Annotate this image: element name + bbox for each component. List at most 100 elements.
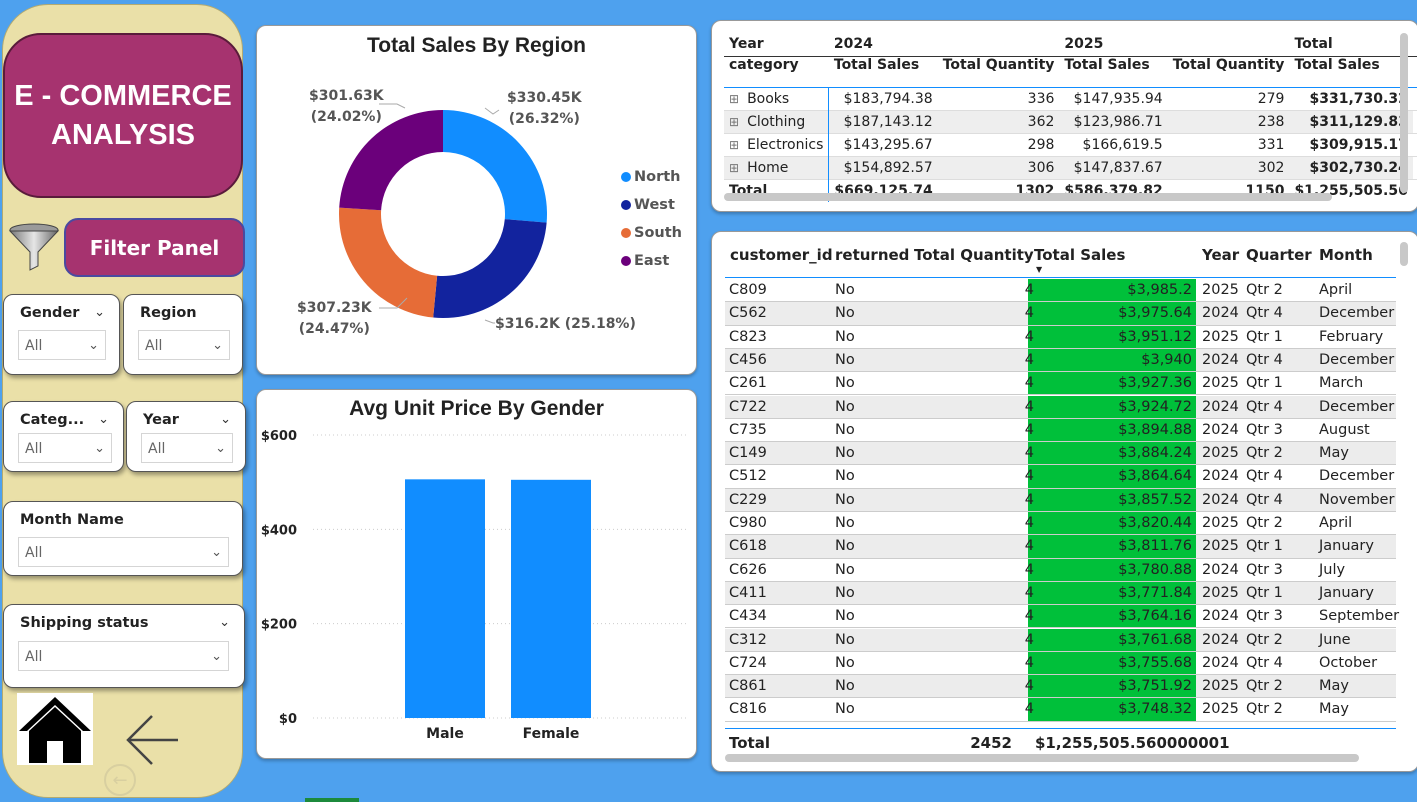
column-header-customer-id[interactable]: customer_id <box>730 246 833 264</box>
gender-slicer[interactable]: Gender ⌄ All ⌄ <box>3 294 120 375</box>
month-name-dropdown[interactable]: All ⌄ <box>18 537 229 567</box>
matrix-header-row-text: Total Sales <box>833 56 920 73</box>
matrix-row-cell: $183,794.38 <box>828 87 938 110</box>
column-header-quarter[interactable]: Quarter <box>1246 246 1312 264</box>
table-row[interactable]: C456 No 4 $3,940 2024 Qtr 4 December <box>725 348 1396 373</box>
bar-male[interactable] <box>405 479 485 718</box>
detail-vertical-scrollbar[interactable] <box>1400 242 1408 266</box>
region-slicer[interactable]: Region All ⌄ <box>123 294 243 375</box>
legend-swatch <box>621 228 631 238</box>
donut-slice-west[interactable] <box>433 219 547 318</box>
table-row[interactable]: C562 No 4 $3,975.64 2024 Qtr 4 December <box>725 302 1396 326</box>
table-row[interactable]: C411 No 4 $3,771.84 2025 Qtr 1 January <box>725 581 1396 606</box>
matrix-row[interactable]: ⊞ Home $154,892.57 306 $147,837.67 302 $302,73… <box>724 156 1417 179</box>
matrix-horizontal-scrollbar[interactable] <box>724 193 1332 201</box>
column-header-total-quantity[interactable]: Total Quantity <box>914 246 1034 264</box>
category-dropdown[interactable]: All ⌄ <box>18 433 112 463</box>
table-row[interactable]: C229 No 4 $3,857.52 2024 Qtr 4 November <box>725 488 1396 512</box>
category-slicer[interactable]: Categ... ⌄ All ⌄ <box>3 401 124 472</box>
legend-item-east[interactable]: East <box>621 247 682 275</box>
expand-icon[interactable]: ⊞ <box>729 138 739 152</box>
data-label-south-value: $307.23K <box>297 300 372 316</box>
legend-item-north[interactable]: North <box>621 163 682 191</box>
matrix-year-row-cell <box>1413 33 1417 56</box>
cell-total-quantity: 4 <box>1024 654 1034 671</box>
matrix-row[interactable]: ⊞ Books $183,794.38 336 $147,935.94 279 $331,7… <box>724 87 1417 110</box>
chevron-down-icon[interactable]: ⌄ <box>98 412 109 427</box>
filter-panel-button[interactable]: Filter Panel <box>64 218 245 277</box>
column-header-year[interactable]: Year <box>1202 246 1239 264</box>
data-label-east-value: $301.63K <box>309 88 384 104</box>
matrix-row-cell: $166,619.5 <box>1059 133 1167 156</box>
sort-descending-icon[interactable]: ▼ <box>1036 265 1042 274</box>
expand-icon[interactable]: ⊞ <box>729 115 739 129</box>
detail-horizontal-scrollbar[interactable] <box>725 754 1359 762</box>
chevron-down-icon[interactable]: ⌄ <box>220 412 231 427</box>
back-arrow-icon[interactable] <box>124 711 182 769</box>
sales-by-region-card: Total Sales By Region $301.63K (24.02%) … <box>256 25 697 375</box>
column-header-month[interactable]: Month <box>1319 246 1373 264</box>
table-row[interactable]: C980 No 4 $3,820.44 2025 Qtr 2 April <box>725 512 1396 536</box>
table-row[interactable]: C735 No 4 $3,894.88 2024 Qtr 3 August <box>725 418 1396 443</box>
table-row[interactable]: C312 No 4 $3,761.68 2024 Qtr 2 June <box>725 628 1396 652</box>
gender-dropdown[interactable]: All ⌄ <box>18 330 106 360</box>
year-slicer[interactable]: Year ⌄ All ⌄ <box>126 401 246 472</box>
shipping-status-dropdown[interactable]: All ⌄ <box>18 641 229 671</box>
column-header-returned[interactable]: returned <box>835 246 909 264</box>
matrix-row-cell: 306 <box>938 156 1060 179</box>
chevron-down-icon[interactable]: ⌄ <box>219 615 230 630</box>
matrix-header-row-text: category <box>729 56 799 73</box>
region-dropdown[interactable]: All ⌄ <box>138 330 230 360</box>
table-row[interactable]: C626 No 4 $3,780.88 2024 Qtr 3 July <box>725 558 1396 582</box>
table-row[interactable]: C618 No 4 $3,811.76 2025 Qtr 1 January <box>725 535 1396 559</box>
chevron-down-icon[interactable]: ⌄ <box>94 305 105 320</box>
table-row[interactable]: C722 No 4 $3,924.72 2024 Qtr 4 December <box>725 395 1396 419</box>
matrix-row[interactable]: ⊞ Electronics $143,295.67 298 $166,619.5 331 $… <box>724 133 1417 156</box>
cell-year: 2024 <box>1202 654 1239 671</box>
expand-icon[interactable]: ⊞ <box>729 92 739 106</box>
home-icon[interactable] <box>17 693 93 765</box>
table-row[interactable]: C261 No 4 $3,927.36 2025 Qtr 1 March <box>725 372 1396 396</box>
matrix-year-row-cell <box>938 33 1060 56</box>
cell-total-quantity: 4 <box>1024 282 1034 298</box>
table-row[interactable]: C861 No 4 $3,751.92 2025 Qtr 2 May <box>725 675 1396 699</box>
cell-year: 2025 <box>1202 584 1239 601</box>
matrix-year-row-text: Year <box>729 36 764 53</box>
table-row[interactable]: C512 No 4 $3,864.64 2024 Qtr 4 December <box>725 465 1396 489</box>
slicer-title-category: Categ... <box>20 412 85 428</box>
cell-total-sales: $3,975.64 <box>1118 305 1192 322</box>
table-row[interactable]: C434 No 4 $3,764.16 2024 Qtr 3 September <box>725 605 1399 629</box>
cell-total-sales: $3,764.16 <box>1118 608 1192 625</box>
shipping-status-slicer[interactable]: Shipping status ⌄ All ⌄ <box>3 604 245 688</box>
table-row[interactable]: C149 No 4 $3,884.24 2025 Qtr 2 May <box>725 442 1396 466</box>
month-name-slicer[interactable]: Month Name All ⌄ <box>3 501 243 576</box>
legend-item-west[interactable]: West <box>621 191 682 219</box>
cell-returned: No <box>835 375 855 392</box>
table-row[interactable]: C724 No 4 $3,755.68 2024 Qtr 4 October <box>725 651 1396 676</box>
legend-item-south[interactable]: South <box>621 219 682 247</box>
cell-total-sales: $3,811.76 <box>1118 538 1192 555</box>
matrix-header-row-text: Total Quantity <box>942 56 1055 73</box>
matrix-row-cell: $309,915.17 <box>1289 133 1412 156</box>
matrix-row-text: Electronics <box>747 136 824 153</box>
year-dropdown[interactable]: All ⌄ <box>141 433 233 463</box>
column-header-total-sales[interactable]: Total Sales <box>1034 246 1125 264</box>
table-row[interactable]: C809 No 4 $3,985.2 2025 Qtr 2 April <box>725 279 1396 303</box>
matrix-row-text: $187,143.12 <box>843 113 933 130</box>
expand-icon[interactable]: ⊞ <box>729 161 739 175</box>
cell-year: 2024 <box>1202 561 1239 578</box>
cell-total-quantity: 4 <box>1024 538 1034 555</box>
slicer-title-gender: Gender <box>20 305 80 321</box>
bar-female[interactable] <box>511 479 591 718</box>
cell-year: 2024 <box>1202 305 1239 322</box>
matrix-vertical-scrollbar[interactable] <box>1400 33 1408 193</box>
table-row[interactable]: C816 No 4 $3,748.32 2025 Qtr 2 May <box>725 698 1396 722</box>
cell-total-quantity: 4 <box>1024 445 1034 462</box>
cell-month: October <box>1319 654 1378 671</box>
matrix-header-row-text: Total Sales <box>1064 56 1150 73</box>
back-circle-icon[interactable]: ← <box>104 764 136 796</box>
matrix-header-row-cell: Total Q <box>1413 56 1417 87</box>
table-row[interactable]: C823 No 4 $3,951.12 2025 Qtr 1 February <box>725 325 1396 349</box>
matrix-row[interactable]: ⊞ Clothing $187,143.12 362 $123,986.71 238 $31… <box>724 110 1417 133</box>
cell-total-sales: $3,985.2 <box>1127 282 1192 298</box>
